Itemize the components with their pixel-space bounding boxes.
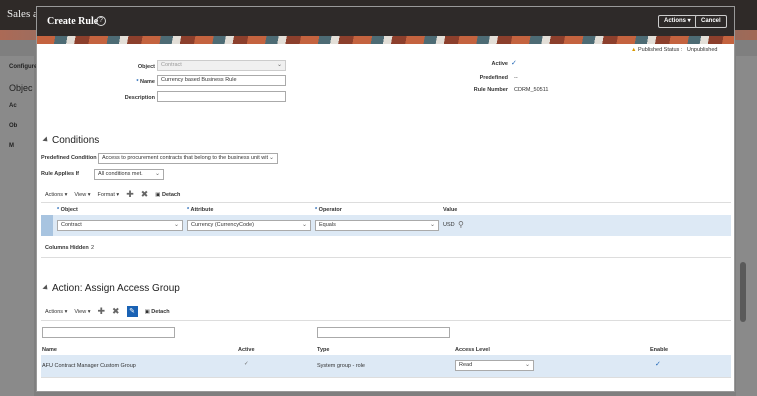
add-icon[interactable]: ✚ [97, 306, 105, 317]
column-operator: * Operator [315, 207, 342, 213]
delete-icon[interactable]: ✖ [112, 306, 120, 317]
published-status: ▲ Published Status : Unpublished [631, 47, 718, 53]
add-icon[interactable]: ✚ [126, 189, 134, 200]
background-tab-configure: Configure [9, 64, 38, 70]
column-enable: Enable [650, 347, 669, 353]
active-label: Active [491, 61, 508, 67]
detach-icon: ▣ [155, 191, 161, 198]
background-item: Ac [9, 103, 17, 109]
conditions-section-header[interactable]: Conditions [42, 135, 99, 146]
access-level-select[interactable]: Read ⌄ [455, 360, 534, 371]
column-value: Value [443, 207, 458, 213]
type-filter-input[interactable] [317, 327, 450, 338]
help-icon[interactable]: ? [96, 16, 106, 26]
background-right-panel [736, 56, 757, 396]
conditions-toolbar: Actions ▾ View ▾ Format ▾ ✚ ✖ ▣ Detach [45, 189, 180, 200]
group-name: AFU Contract Manager Custom Group [42, 363, 136, 369]
dialog-title: Create Rule [47, 16, 99, 27]
action-section-header[interactable]: Action: Assign Access Group [42, 283, 180, 294]
collapse-icon [42, 136, 50, 144]
object-select[interactable]: Contract ⌄ [57, 220, 183, 231]
column-active: Active [238, 347, 255, 353]
toolbar-divider [41, 320, 731, 321]
object-select: Contract ⌄ [157, 60, 286, 71]
chevron-down-icon: ⌄ [267, 154, 274, 163]
actions-menu[interactable]: Actions ▾ [45, 192, 67, 198]
chevron-down-icon: ⌄ [524, 362, 530, 368]
name-input[interactable]: Currency based Business Rule [157, 75, 286, 86]
column-type: Type [317, 347, 330, 353]
column-attribute: * Attribute [187, 207, 214, 213]
delete-icon[interactable]: ✖ [141, 189, 149, 200]
column-object: * Object [57, 207, 78, 213]
detach-icon: ▣ [144, 308, 150, 315]
table-divider [41, 377, 731, 378]
background-item: Ob [9, 123, 18, 129]
description-input[interactable] [157, 91, 286, 102]
actions-menu-button[interactable]: Actions ▾ [658, 15, 697, 28]
dialog-header: Create Rule ? Actions ▾ Cancel [37, 7, 734, 36]
value-text: USD [443, 222, 455, 228]
search-icon[interactable]: ⚲ [458, 220, 464, 229]
page-scrollbar[interactable] [740, 262, 746, 322]
background-left-panel: Configure Objec Ac Ob M [0, 56, 38, 396]
collapse-icon [42, 284, 50, 292]
toolbar-divider [41, 202, 731, 203]
columns-hidden-value: 2 [91, 245, 95, 251]
background-heading: Objec [9, 83, 33, 93]
rule-applies-select[interactable]: All conditions met. ⌄ [94, 169, 164, 180]
create-rule-dialog: Create Rule ? Actions ▾ Cancel ▲ Publish… [36, 6, 735, 392]
format-menu[interactable]: Format ▾ [97, 192, 119, 198]
view-menu[interactable]: View ▾ [74, 192, 90, 198]
group-type: System group - role [317, 363, 365, 369]
predefined-value: -- [514, 75, 518, 81]
chevron-down-icon: ⌄ [301, 222, 307, 228]
rule-number-label: Rule Number [473, 87, 508, 93]
table-divider [41, 257, 731, 258]
detach-button[interactable]: ▣ Detach [145, 309, 170, 315]
view-menu[interactable]: View ▾ [74, 309, 90, 315]
background-item: M [9, 143, 14, 149]
name-label: * Name [136, 79, 155, 85]
background-app-title: Sales a [7, 8, 38, 20]
predefined-condition-label: Predefined Condition [41, 155, 97, 161]
name-filter-input[interactable] [42, 327, 175, 338]
predefined-label: Predefined [479, 75, 508, 81]
header-decoration [37, 36, 734, 44]
chevron-down-icon: ⌄ [429, 222, 435, 228]
column-name: Name [42, 347, 57, 353]
active-check-icon: ✓ [244, 361, 249, 367]
edit-icon[interactable]: ✎ [126, 306, 138, 317]
enable-checkbox[interactable]: ✓ [655, 360, 661, 368]
chevron-down-icon: ⌄ [173, 222, 179, 228]
columns-hidden-label: Columns Hidden [45, 245, 89, 251]
row-selector[interactable] [41, 215, 53, 236]
column-access-level: Access Level [455, 347, 490, 353]
detach-button[interactable]: ▣ Detach [155, 192, 180, 198]
actions-menu[interactable]: Actions ▾ [45, 309, 67, 315]
operator-select[interactable]: Equals ⌄ [315, 220, 439, 231]
warning-icon: ▲ [631, 47, 637, 53]
attribute-select[interactable]: Currency (CurrencyCode) ⌄ [187, 220, 311, 231]
action-toolbar: Actions ▾ View ▾ ✚ ✖ ✎ ▣ Detach [45, 306, 170, 317]
description-label: Description [124, 95, 155, 101]
object-label: Object [137, 64, 155, 70]
chevron-down-icon: ⌄ [276, 62, 282, 68]
rule-number-value: CDRM_50511 [514, 87, 549, 93]
access-group-row[interactable] [41, 355, 731, 377]
predefined-condition-select[interactable]: Access to procurement contracts that bel… [98, 153, 278, 164]
cancel-button[interactable]: Cancel [695, 15, 727, 28]
active-checkbox[interactable]: ✓ [511, 59, 517, 67]
chevron-down-icon: ⌄ [154, 171, 160, 177]
rule-applies-label: Rule Applies If [41, 171, 79, 177]
